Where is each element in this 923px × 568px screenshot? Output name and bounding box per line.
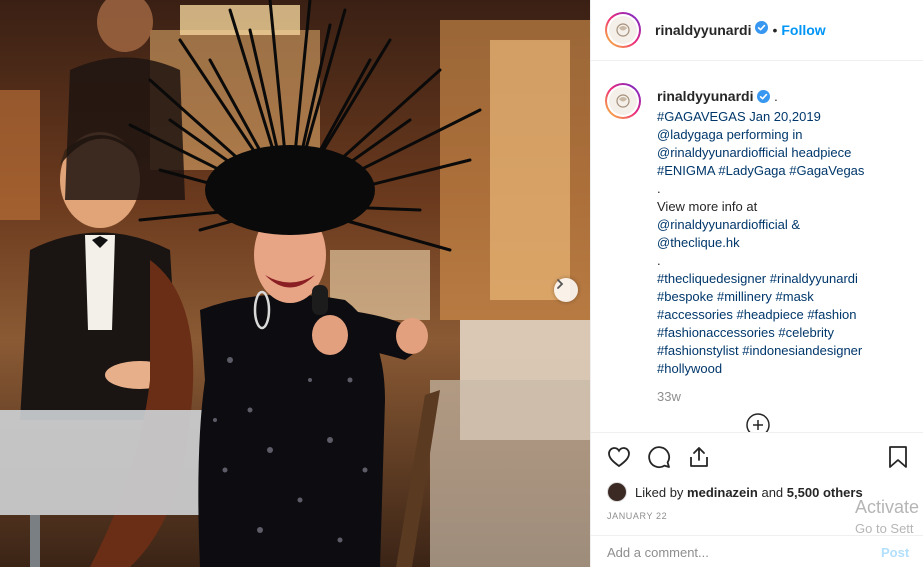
caption-line[interactable]: #bespoke #millinery #mask: [657, 289, 814, 304]
follow-button[interactable]: Follow: [781, 22, 825, 38]
brand-logo-icon: [609, 16, 637, 44]
post-header: rinaldyyunardi • Follow: [591, 0, 923, 61]
caption-line[interactable]: @ladygaga performing in: [657, 127, 802, 142]
post-time-ago[interactable]: 33w: [657, 389, 681, 404]
liker-avatar[interactable]: [607, 482, 627, 502]
caption-text: rinaldyyunardi . #GAGAVEGAS Jan 20,2019 …: [657, 87, 912, 378]
likes-prefix: Liked by: [635, 484, 684, 500]
caption-line[interactable]: #thecliquedesigner #rinaldyyunardi: [657, 271, 858, 286]
separator-dot: •: [772, 22, 778, 38]
caption-line[interactable]: #ENIGMA #LadyGaga #GagaVegas: [657, 163, 864, 178]
liker-username[interactable]: medinazein: [687, 485, 758, 500]
post-comment-button[interactable]: Post: [881, 545, 909, 560]
comment-input[interactable]: [605, 544, 869, 561]
likes-summary: Liked by medinazein and 5,500 others: [607, 482, 863, 502]
caption-line: .: [770, 89, 778, 104]
caption-line: .: [657, 181, 661, 196]
share-icon[interactable]: [687, 445, 711, 474]
caption-line[interactable]: #GAGAVEGAS Jan 20,2019: [657, 109, 821, 124]
activation-watermark: Activate Go to Sett: [855, 496, 919, 540]
post-photo[interactable]: [0, 0, 590, 567]
caption-author-avatar[interactable]: [605, 83, 641, 119]
verified-badge-icon: [755, 21, 769, 39]
caption-username[interactable]: rinaldyyunardi: [657, 88, 753, 104]
author-info: rinaldyyunardi • Follow: [655, 21, 826, 39]
action-bar: [591, 432, 923, 483]
brand-logo-icon: [609, 87, 637, 115]
plus-circle-icon[interactable]: [746, 413, 770, 432]
caption-line[interactable]: @rinaldyyunardiofficial headpiece: [657, 145, 851, 160]
heart-icon[interactable]: [607, 445, 631, 474]
likes-and: and: [761, 484, 784, 500]
likes-count[interactable]: 5,500 others: [787, 485, 863, 500]
post-date[interactable]: JANUARY 22: [607, 511, 667, 521]
caption-line[interactable]: #fashionaccessories #celebrity: [657, 325, 834, 340]
comment-bubble-icon[interactable]: [647, 445, 671, 474]
performance-photo-illustration: [0, 0, 590, 567]
watermark-line-1: Activate: [855, 497, 920, 517]
caption-line[interactable]: @rinaldyyunardiofficial &: [657, 217, 800, 232]
author-avatar[interactable]: [605, 12, 641, 48]
author-username[interactable]: rinaldyyunardi: [655, 22, 751, 38]
verified-badge-icon: [757, 90, 771, 108]
caption-line: .: [657, 253, 661, 268]
caption-line[interactable]: @theclique.hk: [657, 235, 740, 250]
caption-line: View more info at: [657, 199, 758, 214]
caption-section: rinaldyyunardi . #GAGAVEGAS Jan 20,2019 …: [591, 61, 923, 432]
post-side-panel: rinaldyyunardi • Follow rinaldyyunardi .…: [590, 0, 923, 567]
bookmark-icon[interactable]: [887, 445, 909, 474]
next-photo-button[interactable]: [554, 278, 578, 302]
caption-line[interactable]: #hollywood: [657, 361, 722, 376]
caption-line[interactable]: #fashionstylist #indonesiandesigner: [657, 343, 862, 358]
watermark-line-2: Go to Sett: [855, 521, 914, 536]
caption-line[interactable]: #accessories #headpiece #fashion: [657, 307, 856, 322]
